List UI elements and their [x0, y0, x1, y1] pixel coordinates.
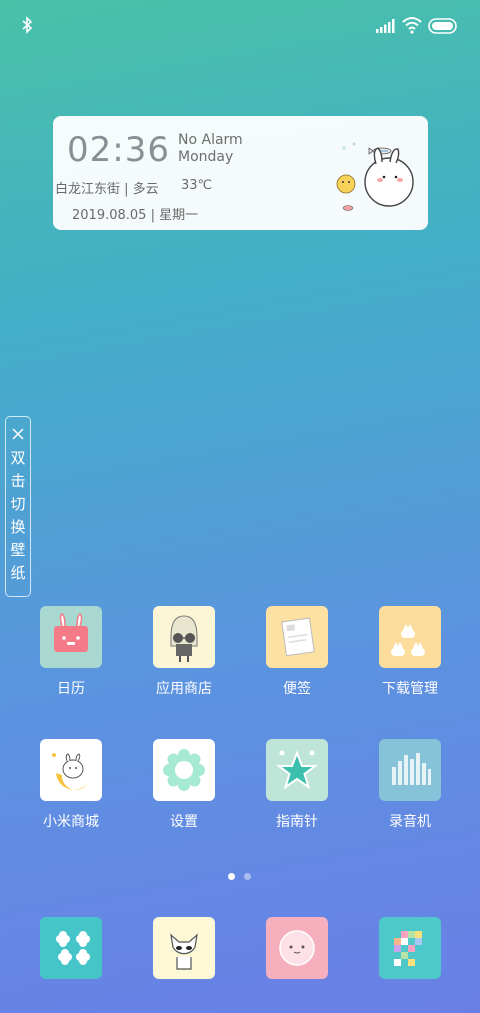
cat-icon[interactable]	[153, 917, 215, 979]
notes-icon[interactable]	[266, 606, 328, 668]
app-label: 应用商店	[156, 681, 212, 697]
app-label: 指南针	[276, 814, 318, 830]
app-label: 便签	[283, 681, 311, 697]
pixel-icon[interactable]	[379, 917, 441, 979]
rabbit-mascot-icon	[336, 142, 414, 211]
page-dot-2[interactable]	[244, 873, 251, 880]
face-icon[interactable]	[266, 917, 328, 979]
app-store[interactable]: 应用商店	[139, 606, 229, 698]
app-downloads[interactable]: 下载管理	[365, 606, 455, 698]
status-bar	[0, 0, 480, 50]
dock-app-1[interactable]	[26, 917, 116, 979]
date-label: 2019.08.05 | 星期一	[72, 208, 199, 223]
hint-char: 击	[10, 472, 26, 490]
signal-icon	[376, 19, 395, 33]
hint-char: 双	[10, 449, 26, 467]
app-settings[interactable]: 设置	[139, 739, 229, 831]
app-store-icon[interactable]	[153, 606, 215, 668]
dock-app-4[interactable]	[365, 917, 455, 979]
page-indicator	[228, 873, 254, 881]
location-weather: 白龙江东街 | 多云	[55, 182, 159, 197]
dock-app-2[interactable]	[139, 917, 229, 979]
app-label: 录音机	[389, 814, 431, 830]
temperature: 33℃	[181, 178, 213, 193]
app-calendar[interactable]: 日历	[26, 606, 116, 698]
app-recorder[interactable]: 录音机	[365, 739, 455, 831]
hint-char: 壁	[10, 541, 26, 559]
hint-char: 换	[10, 518, 26, 536]
dock-app-3[interactable]	[252, 917, 342, 979]
wallpaper-switch-hint[interactable]: 双 击 切 换 壁 纸	[5, 416, 31, 597]
wifi-icon	[402, 17, 422, 34]
app-label: 下载管理	[382, 681, 438, 697]
app-compass[interactable]: 指南针	[252, 739, 342, 831]
calendar-icon[interactable]	[40, 606, 102, 668]
close-icon[interactable]	[11, 427, 25, 441]
hint-char: 切	[10, 495, 26, 513]
app-label: 日历	[57, 681, 85, 697]
app-label: 小米商城	[43, 814, 99, 830]
battery-icon	[428, 18, 457, 34]
mi-store-icon[interactable]	[40, 739, 102, 801]
bluetooth-icon	[22, 16, 33, 34]
settings-icon[interactable]	[153, 739, 215, 801]
alarm-label: No Alarm	[178, 132, 243, 148]
clock-time: 02:36	[67, 130, 170, 170]
alarm-status: No Alarm Monday	[178, 132, 243, 166]
weekday-label: Monday	[178, 149, 234, 165]
flower-icon[interactable]	[40, 917, 102, 979]
download-icon[interactable]	[379, 606, 441, 668]
compass-icon[interactable]	[266, 739, 328, 801]
clock-weather-widget[interactable]: 02:36 No Alarm Monday 白龙江东街 | 多云 33℃ 201…	[53, 116, 428, 230]
app-notes[interactable]: 便签	[252, 606, 342, 698]
page-dot-1[interactable]	[228, 873, 235, 880]
recorder-icon[interactable]	[379, 739, 441, 801]
app-mi-store[interactable]: 小米商城	[26, 739, 116, 831]
hint-char: 纸	[10, 564, 26, 582]
app-label: 设置	[170, 814, 198, 830]
